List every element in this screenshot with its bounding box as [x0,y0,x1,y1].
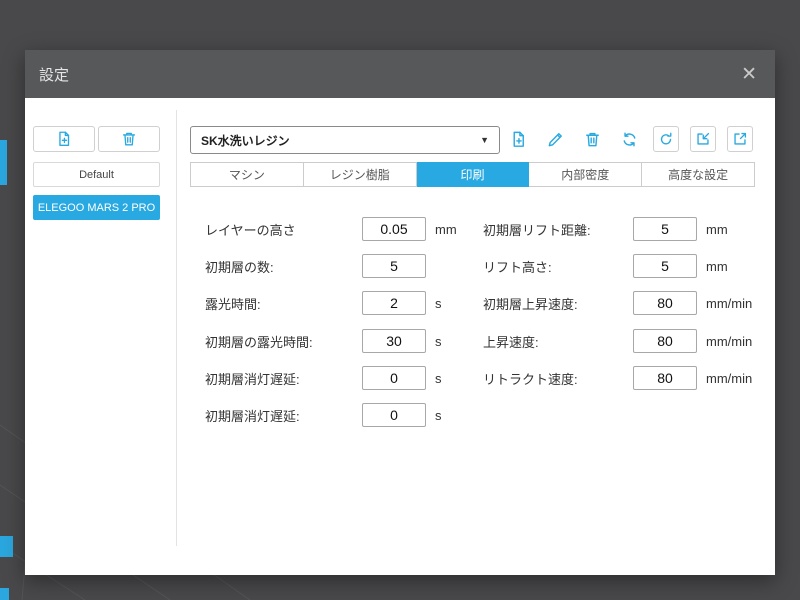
field-label: 初期層消灯遅延: [205,408,300,424]
pencil-icon [548,132,562,146]
close-button[interactable]: ✕ [741,65,757,84]
field-unit: mm [706,258,728,274]
tab-resin[interactable]: レジン樹脂 [303,162,417,187]
form-row: 初期層リフト距離: mm [483,217,728,241]
toolbar-sliver-mid [0,536,13,557]
tab-advanced[interactable]: 高度な設定 [642,162,755,187]
resin-preset-dropdown[interactable]: SK水洗いレジン ▼ [190,126,500,154]
rename-preset-button[interactable] [542,126,568,152]
trash-icon [585,132,599,146]
export-icon [734,132,747,145]
field-label: 露光時間: [205,296,261,312]
export-preset-button[interactable] [727,126,753,152]
form-row: 初期層消灯遅延: s [205,403,442,427]
form-row: 初期層の露光時間: s [205,329,442,353]
resin-preset-value: SK水洗いレジン [201,133,290,148]
field-label: 初期層上昇速度: [483,296,578,312]
field-label: 初期層消灯遅延: [205,371,300,387]
field-unit: s [435,370,442,386]
add-preset-button[interactable] [505,126,531,152]
printer-profile-elegoo-mars-2-pro[interactable]: ELEGOO MARS 2 PRO [33,195,160,220]
lift-height-input[interactable] [633,254,697,278]
trash-icon [122,132,136,146]
preset-toolbar [505,126,753,152]
reset-preset-button[interactable] [616,126,642,152]
tab-infill[interactable]: 内部密度 [529,162,643,187]
printer-profile-default[interactable]: Default [33,162,160,187]
bottom-lift-distance-input[interactable] [633,217,697,241]
toolbar-sliver-bottom [0,588,9,600]
bottom-layer-count-input[interactable] [362,254,426,278]
field-label: レイヤーの高さ [205,222,296,238]
field-label: 上昇速度: [483,334,539,350]
settings-tabs: マシン レジン樹脂 印刷 内部密度 高度な設定 [190,162,755,187]
form-row: 初期層の数: [205,254,435,278]
field-label: リトラクト速度: [483,371,578,387]
form-row: 上昇速度: mm/min [483,329,752,353]
form-row: 初期層上昇速度: mm/min [483,291,752,315]
field-unit: s [435,407,442,423]
field-unit: mm/min [706,295,753,311]
printer-profile-actions [33,126,160,152]
delete-preset-button[interactable] [579,126,605,152]
file-plus-icon [513,131,524,147]
import-preset-button[interactable] [690,126,716,152]
delete-printer-button[interactable] [98,126,160,152]
panel-divider [176,110,177,546]
light-off-delay-input[interactable] [362,366,426,390]
form-row: 初期層消灯遅延: s [205,366,442,390]
close-icon: ✕ [741,63,757,85]
retract-speed-input[interactable] [633,366,697,390]
dialog-body: Default ELEGOO MARS 2 PRO SK水洗いレジン ▼ マシン… [25,98,775,575]
chevron-down-icon: ▼ [480,135,489,145]
field-unit: mm [706,221,728,237]
restore-defaults-button[interactable] [653,126,679,152]
file-plus-icon [59,131,70,146]
form-row: レイヤーの高さ mm [205,217,457,241]
field-label: 初期層の数: [205,259,274,275]
field-unit: mm [435,221,457,237]
field-unit: s [435,333,442,349]
layer-height-input[interactable] [362,217,426,241]
form-row: リトラクト速度: mm/min [483,366,752,390]
field-unit: s [435,295,442,311]
bottom-lift-speed-input[interactable] [633,291,697,315]
settings-dialog: 設定 ✕ Default ELEGOO MARS 2 PRO SK水洗いレジン … [25,50,775,575]
field-unit: mm/min [706,370,753,386]
field-unit: mm/min [706,333,753,349]
add-printer-button[interactable] [33,126,95,152]
dialog-header: 設定 ✕ [25,50,775,98]
bottom-light-off-delay-input[interactable] [362,403,426,427]
field-label: 初期層リフト距離: [483,222,591,238]
dialog-title: 設定 [39,66,70,84]
exposure-time-input[interactable] [362,291,426,315]
form-row: リフト高さ: mm [483,254,728,278]
bottom-exposure-time-input[interactable] [362,329,426,353]
toolbar-sliver-top [0,140,7,185]
lift-speed-input[interactable] [633,329,697,353]
field-label: 初期層の露光時間: [205,334,313,350]
refresh-icon [623,132,635,146]
restore-icon [660,132,672,145]
form-row: 露光時間: s [205,291,442,315]
tab-machine[interactable]: マシン [190,162,304,187]
tab-print[interactable]: 印刷 [416,162,530,187]
field-label: リフト高さ: [483,259,552,275]
import-icon [697,132,710,145]
